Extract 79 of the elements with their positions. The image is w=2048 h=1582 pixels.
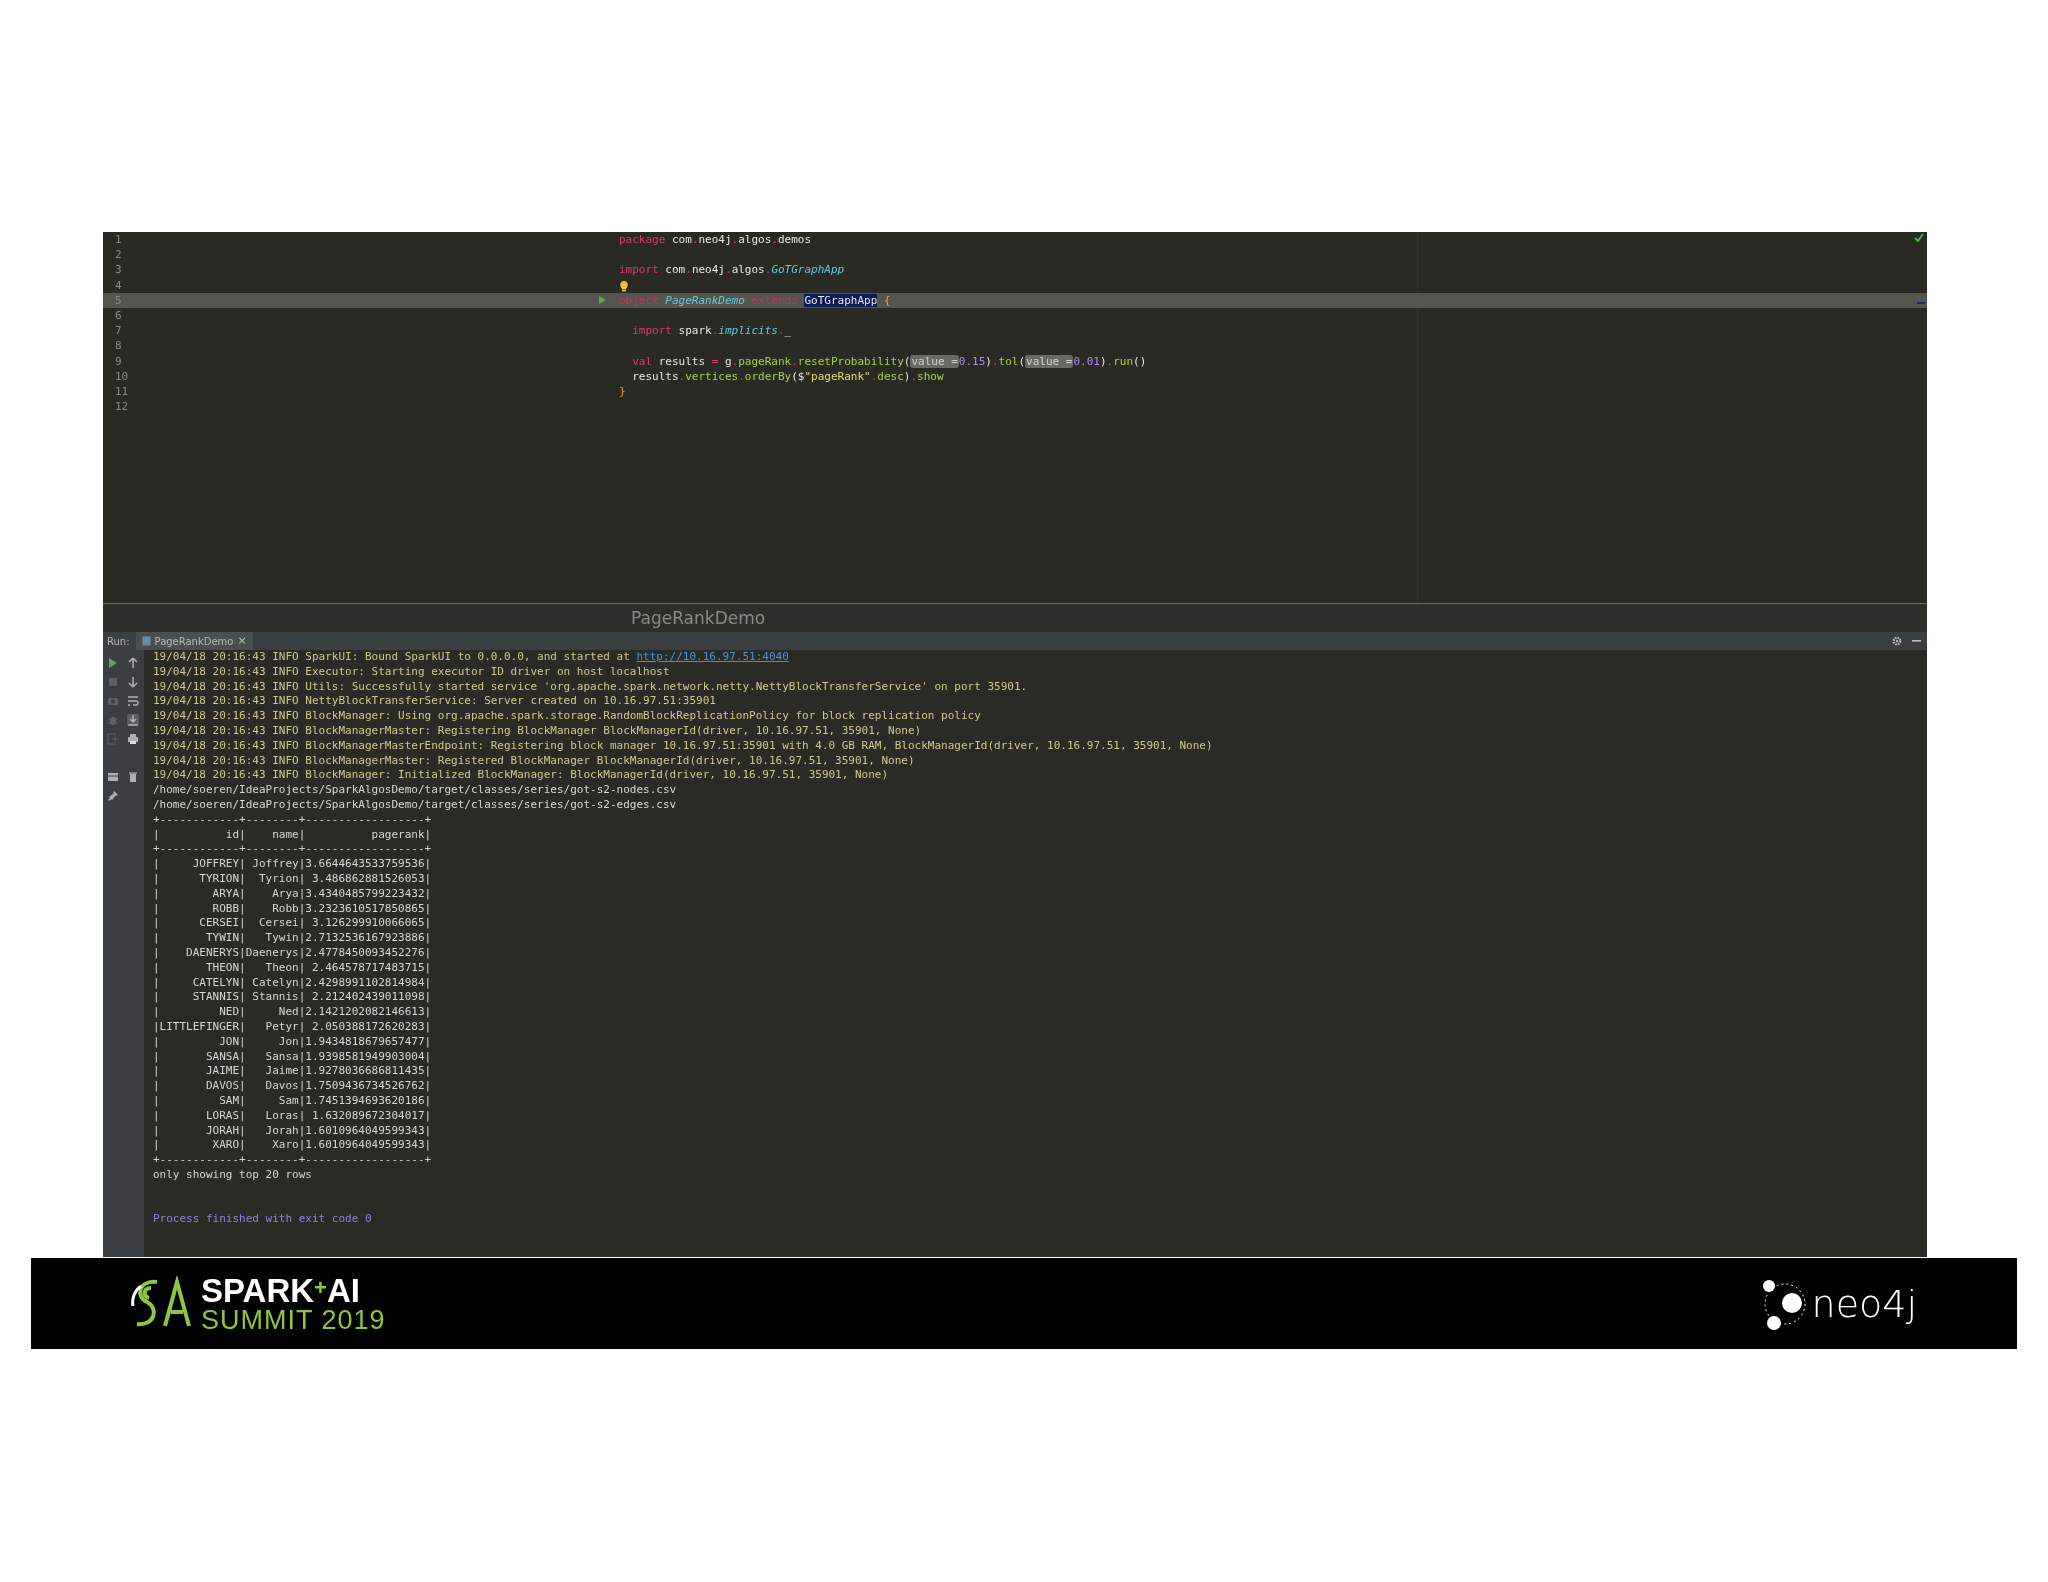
console-line: 19/04/18 20:16:43 INFO NettyBlockTransferService: Server created on 10.16.97.51:35901 [153, 694, 717, 710]
code-line: val results = g.pageRank.resetProbability(value =0.15).tol(value =0.01).run() [631, 354, 1147, 368]
console-line: | STANNIS| Stannis| 2.212402439011098| [153, 990, 433, 1006]
console-line: 19/04/18 20:16:43 INFO BlockManagerMaster: Registered BlockManager BlockManagerId(driver, 10.16.97.51, 35901, None) [153, 753, 916, 769]
check-icon [1914, 233, 1924, 242]
console-line: | THEON| Theon| 2.464578717483715| [153, 960, 433, 976]
error-stripe-mark [1917, 302, 1925, 304]
line-number: 4 [115, 278, 122, 292]
line-number: 9 [115, 354, 122, 368]
console-line: 19/04/18 20:16:43 INFO BlockManagerMaster: Registering BlockManager BlockManagerId(driver, 10.16.97.51, 35901, None) [153, 724, 923, 739]
console-link[interactable]: http://10.16.97.51:4040 [636, 650, 789, 663]
console-line: | DAVOS| Davos|1.7509436734526762| [153, 1079, 433, 1094]
console-line: 19/04/18 20:16:43 INFO Utils: Successfully started service 'org.apache.spark.network.netty.NettyBlockTransferService' on port 35901. [153, 679, 1029, 695]
logo-text: neo4j [1811, 1284, 1917, 1323]
pin-icon[interactable] [107, 789, 119, 802]
wrap-icon[interactable] [127, 694, 139, 707]
console-line: | TYRION| Tyrion| 3.486862881526053| [153, 871, 433, 887]
console-line: 19/04/18 20:16:43 INFO Executor: Starting executor ID driver on host localhost [153, 664, 671, 680]
console-line: only showing top 20 rows [153, 1167, 313, 1183]
console-line: 19/04/18 20:16:43 INFO BlockManagerMasterEndpoint: Registering block manager 10.16.97.51:35901 with 4.0 GB RAM, BlockManagerId(driver, 10.16.97.51, 35901, None) [153, 738, 1213, 754]
tab-title: PageRankDemo [154, 634, 234, 649]
console-line: | JOFFREY| Joffrey|3.6644643533759536| [153, 857, 433, 872]
line-number: 7 [115, 324, 122, 338]
line-number: 6 [115, 308, 122, 322]
print-icon[interactable] [127, 732, 139, 745]
console-line: | NED| Ned|2.1421202082146613| [153, 1005, 433, 1020]
console-line: | DAENERYS|Daenerys|2.4778450093452276| [153, 945, 433, 961]
console-line: | CATELYN| Catelyn|2.4298991102814984| [153, 975, 433, 991]
line-number: 8 [115, 339, 122, 353]
editor-title: PageRankDemo [103, 603, 1927, 632]
console-line: | JAIME| Jaime|1.9278036686811435| [153, 1064, 433, 1080]
line-number: 11 [115, 384, 129, 398]
run-icon[interactable] [598, 295, 607, 306]
up-arrow-icon[interactable] [127, 656, 139, 669]
console-line: 19/04/18 20:16:43 INFO BlockManager: Using org.apache.spark.storage.RandomBlockReplicationPolicy for block replication policy [153, 709, 982, 724]
run-label: Run: [106, 634, 131, 649]
code-line: object PageRankDemo extends GoTGraphApp { [619, 293, 891, 307]
line-number: 3 [115, 263, 122, 277]
run-icon[interactable] [107, 656, 119, 669]
console-line: /home/soeren/IdeaProjects/SparkAlgosDemo/target/classes/series/got-s2-nodes.csv [153, 783, 678, 798]
console-line: +------------+--------+------------------+ [153, 812, 433, 828]
console-line: | CERSEI| Cersei| 3.126299910066065| [153, 916, 433, 932]
console-line: | ARYA| Arya|3.4340485799223432| [153, 886, 433, 902]
logo-subtitle: SUMMIT 2019 [201, 1306, 386, 1334]
console-line: | JORAH| Jorah|1.6010964049599343| [153, 1123, 433, 1139]
line-number: 12 [115, 400, 129, 414]
close-icon[interactable]: × [237, 632, 247, 650]
layout-icon[interactable] [107, 770, 119, 783]
console-line: | SAM| Sam|1.7451394693620186| [153, 1093, 433, 1109]
console-line: 19/04/18 20:16:43 INFO SparkUI: Bound SparkUI to 0.0.0.0, and started at http://10.16.97.51:4040 [153, 650, 790, 665]
code-line: import com.neo4j.algos.GoTGraphApp [619, 263, 845, 277]
down-arrow-icon[interactable] [127, 675, 139, 688]
console-line: Process finished with exit code 0 [153, 1212, 373, 1228]
console-line: +------------+--------+------------------+ [153, 1153, 433, 1168]
settings-icon[interactable] [1892, 636, 1902, 646]
console-line: |LITTLEFINGER| Petyr| 2.050388172620283| [153, 1019, 433, 1035]
code-line: import spark.implicits._ [631, 324, 792, 338]
logo-title: SPARK$^{+}$AI [201, 1273, 361, 1307]
console-line: | id| name| pagerank| [153, 827, 433, 843]
console-line: 19/04/18 20:16:43 INFO BlockManager: Initialized BlockManager: BlockManagerId(driver, 10.16.97.51, 35901, None) [153, 768, 890, 784]
console-line: /home/soeren/IdeaProjects/SparkAlgosDemo/target/classes/series/got-s2-edges.csv [153, 797, 678, 813]
console-line: | LORAS| Loras| 1.632089672304017| [153, 1108, 433, 1124]
console-line: | TYWIN| Tywin|2.7132536167923886| [153, 931, 433, 946]
line-number: 10 [115, 369, 129, 383]
console-line: | ROBB| Robb|3.2323610517850865| [153, 901, 433, 917]
run-tab[interactable]: PageRankDemo × [135, 632, 253, 650]
trash-icon[interactable] [127, 770, 139, 783]
scroll-to-end-icon[interactable] [127, 713, 139, 726]
console-line: | SANSA| Sansa|1.9398581949903004| [153, 1049, 433, 1065]
console-line: | XARO| Xaro|1.6010964049599343| [153, 1138, 433, 1154]
lightbulb-icon[interactable] [619, 279, 629, 292]
code-line: results.vertices.orderBy($"pageRank".desc).show [631, 369, 944, 383]
line-number: 2 [115, 248, 122, 262]
line-number: 1 [115, 233, 122, 246]
file-icon [141, 636, 151, 646]
code-line: } [619, 384, 626, 398]
console-line: +------------+--------+------------------+ [153, 842, 433, 858]
console-line: | JON| Jon|1.9434818679657477| [153, 1034, 433, 1050]
code-line: package com.neo4j.algos.demos [619, 233, 812, 246]
